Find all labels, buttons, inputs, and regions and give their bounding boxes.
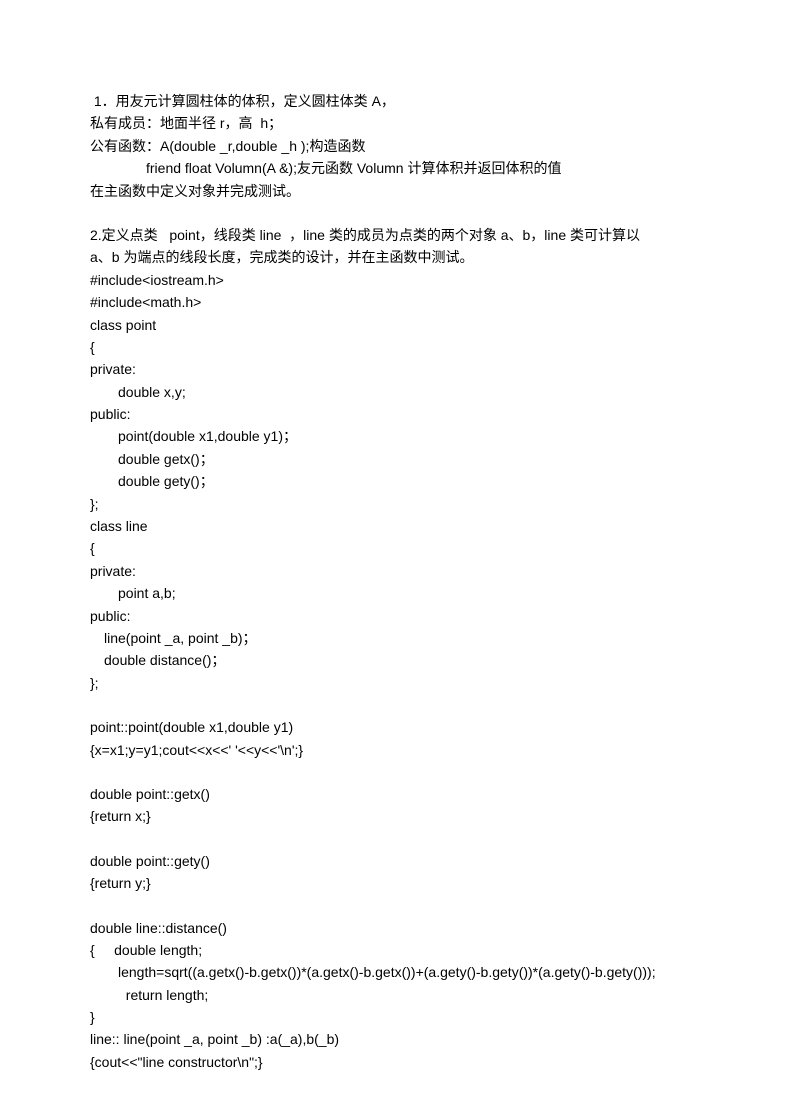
code-line: {return x;}: [90, 805, 702, 827]
code-line: class point: [90, 314, 702, 336]
code-line: #include<iostream.h>: [90, 269, 702, 291]
code-line: {x=x1;y=y1;cout<<x<<' '<<y<<'\n';}: [90, 739, 702, 761]
code-line: { double length;: [90, 939, 702, 961]
code-line: }: [90, 1006, 702, 1028]
code-line: };: [90, 493, 702, 515]
blank-line: [90, 202, 702, 224]
code-line: #include<math.h>: [90, 291, 702, 313]
code-line: class line: [90, 515, 702, 537]
code-line: a、b 为端点的线段长度，完成类的设计，并在主函数中测试。: [90, 246, 702, 268]
code-line: point(double x1,double y1)；: [90, 425, 702, 447]
code-line: 私有成员：地面半径 r，高 h；: [90, 112, 702, 134]
code-line: length=sqrt((a.getx()-b.getx())*(a.getx(…: [90, 961, 702, 983]
blank-line: [90, 895, 702, 917]
code-line: return length;: [90, 984, 702, 1006]
code-line: public:: [90, 403, 702, 425]
code-line: line:: line(point _a, point _b) :a(_a),b…: [90, 1028, 702, 1050]
code-line: double distance()；: [90, 649, 702, 671]
code-line: friend float Volumn(A &);友元函数 Volumn 计算体…: [90, 157, 702, 179]
code-line: point a,b;: [90, 582, 702, 604]
code-line: private:: [90, 358, 702, 380]
code-line: {: [90, 537, 702, 559]
blank-line: [90, 828, 702, 850]
code-line: public:: [90, 605, 702, 627]
code-line: double point::getx(): [90, 783, 702, 805]
code-line: double line::distance(): [90, 917, 702, 939]
code-line: double getx()；: [90, 448, 702, 470]
document-content: 1．用友元计算圆柱体的体积，定义圆柱体类 A，私有成员：地面半径 r，高 h；公…: [90, 90, 702, 1073]
blank-line: [90, 761, 702, 783]
code-line: point::point(double x1,double y1): [90, 716, 702, 738]
code-line: {: [90, 336, 702, 358]
code-line: double x,y;: [90, 381, 702, 403]
code-line: {return y;}: [90, 872, 702, 894]
code-line: 公有函数：A(double _r,double _h );构造函数: [90, 135, 702, 157]
code-line: double gety()；: [90, 470, 702, 492]
code-line: 在主函数中定义对象并完成测试。: [90, 180, 702, 202]
blank-line: [90, 694, 702, 716]
code-line: 2.定义点类 point，线段类 line ，line 类的成员为点类的两个对象…: [90, 224, 702, 246]
code-line: 1．用友元计算圆柱体的体积，定义圆柱体类 A，: [90, 90, 702, 112]
code-line: line(point _a, point _b)；: [90, 627, 702, 649]
code-line: {cout<<"line constructor\n";}: [90, 1051, 702, 1073]
code-line: };: [90, 672, 702, 694]
code-line: double point::gety(): [90, 850, 702, 872]
code-line: private:: [90, 560, 702, 582]
